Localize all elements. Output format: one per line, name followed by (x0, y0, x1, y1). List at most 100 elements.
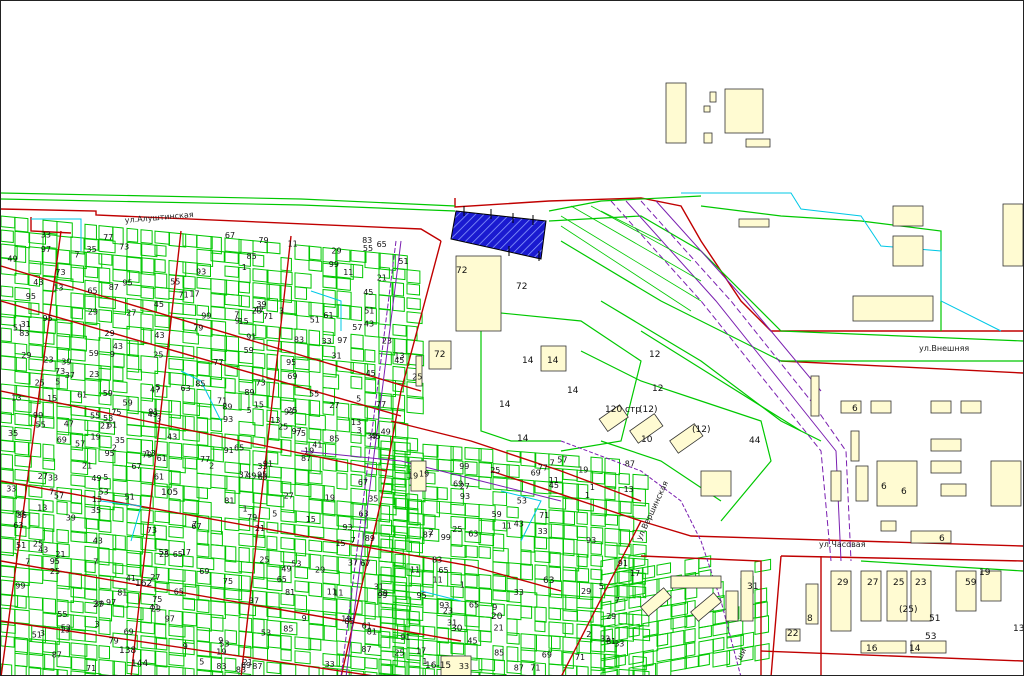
parcel (224, 601, 241, 617)
parcel (84, 419, 101, 433)
label-6-c: 6 (901, 487, 907, 497)
parcel-number: 53 (261, 629, 271, 638)
parcel-number: 7 (234, 311, 239, 320)
parcel-number: 47 (64, 420, 74, 429)
parcel-number: 43 (33, 278, 43, 287)
label-72-b: 72 (516, 282, 527, 292)
label-27: 27 (867, 578, 878, 588)
parcel (56, 528, 69, 544)
map-canvas[interactable]: 9 2 87 7 5 25 3 85 9 21 61 71 89 61 27 27 7 5 67 27 33 25 45 35… (0, 0, 1024, 676)
parcel-number: 21 (55, 550, 65, 559)
parcel-number: 9 (492, 603, 497, 612)
parcel-number: 61 (157, 454, 167, 463)
parcel-number: 65 (234, 443, 244, 452)
parcel-number: 85 (329, 435, 339, 444)
parcel (464, 502, 480, 518)
parcel-number: 57 (54, 492, 64, 501)
parcel-number: 5 (272, 510, 277, 519)
label-20: 20 (491, 612, 503, 622)
parcel (154, 510, 170, 524)
parcel-number: 25 (412, 373, 422, 382)
parcel-number: 5 (247, 406, 252, 415)
parcel-number: 15 (239, 317, 249, 326)
parcel-number: 11 (502, 522, 512, 531)
parcel (548, 607, 561, 621)
parcel-number: 11 (433, 576, 443, 585)
parcel (698, 555, 712, 570)
parcel-number: 95 (26, 292, 36, 301)
label-12-paren-a: (12) (639, 405, 657, 415)
parcel (28, 512, 40, 527)
parcel (576, 511, 588, 526)
parcel-number: 55 (57, 610, 67, 619)
parcel-number: 55 (90, 412, 100, 421)
parcel-number: 69 (287, 372, 297, 381)
parcel-number: 7 (49, 488, 54, 497)
parcel (534, 536, 548, 550)
parcel (14, 440, 29, 456)
parcel (590, 568, 603, 581)
parcel-number: 27 (284, 492, 294, 501)
parcel (350, 333, 364, 350)
parcel (126, 227, 139, 243)
parcel (548, 551, 561, 569)
parcel (436, 626, 449, 644)
parcel (534, 606, 547, 623)
parcel-number: 41 (149, 603, 159, 612)
parcel (308, 539, 322, 553)
parcel-number: 71 (217, 397, 227, 406)
parcel (492, 547, 509, 564)
parcel (308, 581, 323, 598)
map-svg[interactable]: 9287752538592161718961272775672733254535… (1, 1, 1023, 675)
selected-parcel[interactable] (450, 210, 547, 260)
parcel (322, 625, 338, 642)
parcel-number: 63 (13, 521, 23, 530)
label-44: 44 (749, 436, 761, 446)
parcel (562, 566, 577, 582)
parcel (378, 308, 391, 326)
parcel (698, 638, 714, 656)
parcel-number: 33 (6, 484, 16, 493)
parcel (618, 500, 632, 514)
parcel-number: 45 (549, 481, 559, 490)
parcel-number: 81 (367, 628, 377, 637)
parcel-number: 29 (331, 246, 341, 255)
parcel-number: 2 (586, 630, 591, 639)
parcel (506, 604, 522, 621)
parcel (308, 245, 322, 261)
parcel-number: 77 (376, 400, 386, 409)
parcel (632, 669, 650, 675)
parcel-number: 11 (288, 239, 298, 248)
parcel-number: 17 (630, 569, 640, 578)
parcel-number: 27 (126, 308, 136, 317)
parcel (266, 661, 281, 675)
parcel-number: 5 (199, 658, 204, 667)
parcel-number: 43 (514, 520, 524, 529)
parcel-number: 7 (351, 536, 356, 545)
label-162: 162 (135, 579, 152, 589)
parcel-number: 2 (112, 444, 117, 453)
parcel-number: 79 (193, 323, 203, 332)
parcel-number: 43 (167, 433, 177, 442)
parcel (618, 612, 634, 626)
parcel (98, 309, 113, 323)
parcel-number: 15 (306, 515, 316, 524)
parcel (380, 524, 395, 538)
parcel-number: 75 (111, 408, 121, 417)
parcel (1, 635, 15, 648)
parcel-number: 85 (283, 625, 293, 634)
parcel-number: 13 (92, 495, 102, 504)
parcel-number: 49 (7, 254, 17, 263)
parcel-number: 25 (490, 466, 500, 475)
parcel (632, 627, 651, 642)
parcel (294, 286, 308, 300)
parcel-number: 59 (123, 399, 133, 408)
parcel-number: 83 (294, 335, 304, 344)
parcel (182, 303, 196, 317)
parcel (698, 625, 712, 640)
parcel (1, 285, 14, 298)
parcel-number: 41 (312, 440, 322, 449)
parcel-number: 83 (362, 236, 372, 245)
parcel-number: 7 (93, 558, 98, 567)
parcel (182, 667, 195, 675)
